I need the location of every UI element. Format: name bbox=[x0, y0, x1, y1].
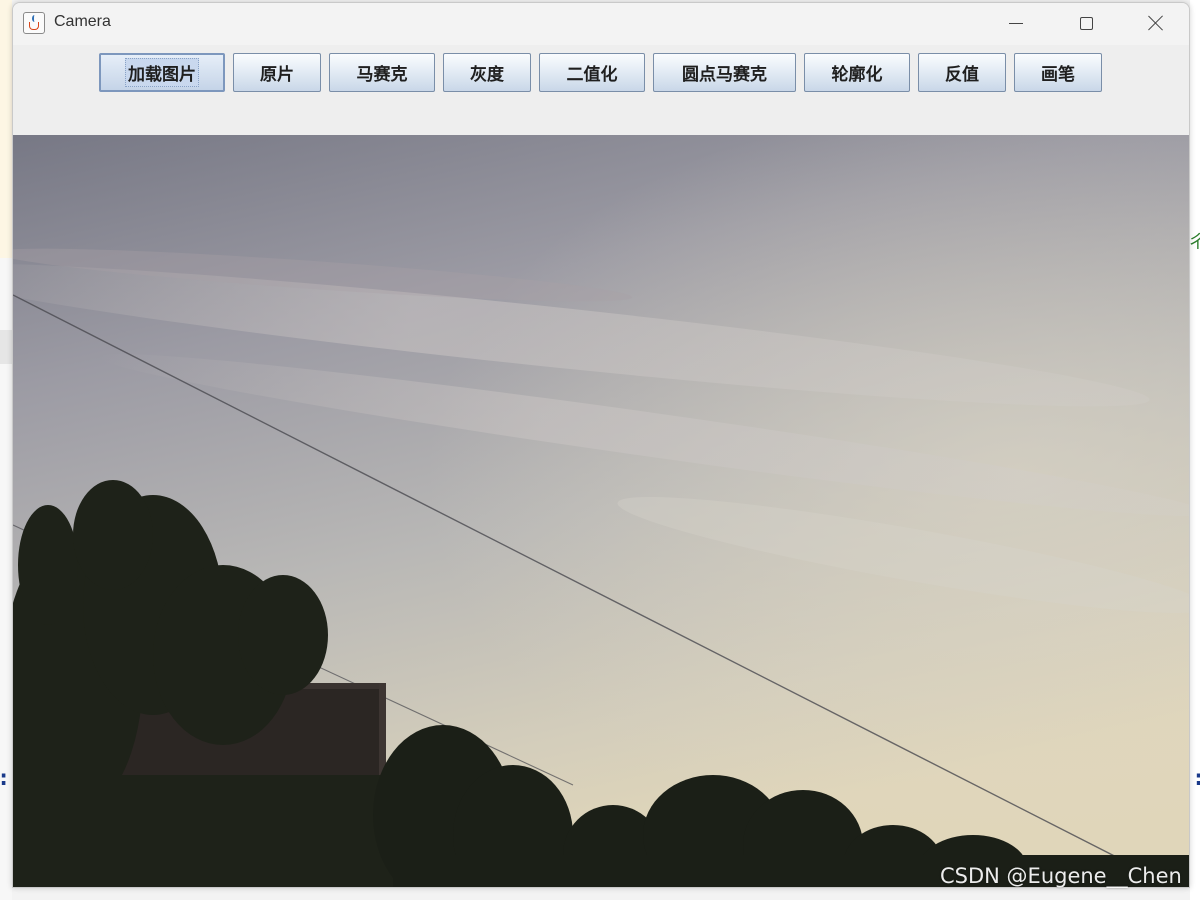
button-label: 轮廓化 bbox=[831, 65, 883, 85]
button-label: 圆点马赛克 bbox=[682, 65, 767, 85]
button-label: 原片 bbox=[260, 65, 294, 85]
button-label: 二值化 bbox=[566, 65, 618, 85]
minimize-icon bbox=[1009, 22, 1023, 24]
minimize-button[interactable] bbox=[993, 3, 1039, 43]
button-label: 马赛克 bbox=[356, 65, 408, 85]
camera-window: Camera 加载图片 原片 马赛克 灰度 二值化 圆点马赛克 轮廓化 反值 画… bbox=[12, 2, 1190, 888]
title-bar[interactable]: Camera bbox=[13, 3, 1189, 45]
background-text-fragment: : bbox=[0, 766, 10, 791]
maximize-button[interactable] bbox=[1063, 3, 1109, 43]
dot-mosaic-button[interactable]: 圆点马赛克 bbox=[653, 53, 796, 92]
button-label: 画笔 bbox=[1041, 65, 1075, 85]
mosaic-button[interactable]: 马赛克 bbox=[329, 53, 435, 92]
watermark-text: CSDN @Eugene__Chen bbox=[940, 864, 1182, 888]
load-image-button[interactable]: 加载图片 bbox=[99, 53, 225, 92]
original-button[interactable]: 原片 bbox=[233, 53, 321, 92]
outline-button[interactable]: 轮廓化 bbox=[804, 53, 910, 92]
invert-button[interactable]: 反值 bbox=[918, 53, 1006, 92]
toolbar: 加载图片 原片 马赛克 灰度 二值化 圆点马赛克 轮廓化 反值 画笔 bbox=[13, 45, 1189, 135]
desktop-background-band bbox=[0, 330, 12, 364]
sky-photo bbox=[13, 135, 1189, 887]
grayscale-button[interactable]: 灰度 bbox=[443, 53, 531, 92]
brush-button[interactable]: 画笔 bbox=[1014, 53, 1102, 92]
image-canvas[interactable] bbox=[13, 135, 1189, 887]
desktop-background bbox=[0, 0, 12, 258]
background-text-fragment: : bbox=[1192, 766, 1200, 791]
close-button[interactable] bbox=[1133, 3, 1179, 43]
button-label: 反值 bbox=[945, 65, 979, 85]
window-title: Camera bbox=[54, 13, 111, 30]
java-coffee-cup-icon[interactable] bbox=[23, 12, 45, 34]
desktop-background bbox=[1190, 0, 1200, 900]
button-label: 加载图片 bbox=[125, 58, 199, 87]
binarize-button[interactable]: 二值化 bbox=[539, 53, 645, 92]
button-label: 灰度 bbox=[470, 65, 504, 85]
maximize-icon bbox=[1079, 16, 1093, 30]
close-icon bbox=[1148, 15, 1164, 31]
